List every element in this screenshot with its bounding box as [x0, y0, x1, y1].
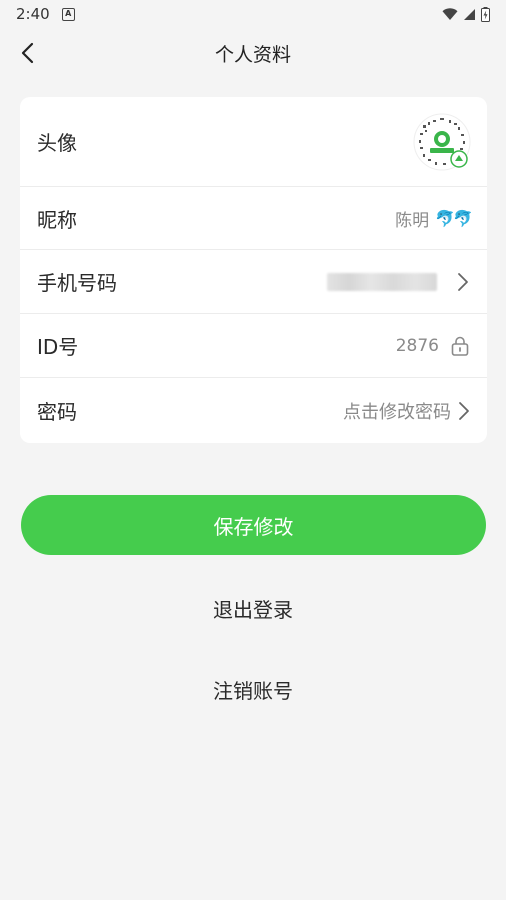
phone-value-masked: [327, 272, 437, 291]
chevron-right-icon: [459, 401, 469, 420]
avatar[interactable]: [413, 112, 471, 171]
id-row: ID号 2876: [20, 314, 487, 378]
change-password-link[interactable]: 点击修改密码: [343, 398, 451, 424]
nickname-value-group: 陈明 🐬🐬: [395, 206, 473, 231]
chevron-right-icon: [458, 272, 468, 291]
avatar-image: [413, 113, 471, 170]
profile-card: 头像 昵称 陈明 🐬🐬 手机号码 ID号 2876 密码 点击修改密码: [20, 97, 487, 443]
phone-row[interactable]: 手机号码: [20, 250, 487, 314]
status-left: 2:40 A: [16, 5, 75, 23]
nickname-value: 陈明: [395, 210, 430, 231]
phone-value-group: [327, 271, 471, 293]
page-title: 个人资料: [214, 43, 291, 66]
logout-button[interactable]: 退出登录: [0, 594, 506, 623]
id-value-group: 2876: [396, 335, 471, 357]
status-time: 2:40: [16, 5, 50, 23]
app-notification-icon: A: [61, 7, 75, 21]
password-label: 密码: [37, 400, 77, 424]
status-bar: 2:40 A: [0, 0, 506, 28]
nickname-label: 昵称: [37, 207, 77, 232]
chevron-left-icon: [21, 42, 34, 64]
signal-icon: [464, 8, 475, 20]
phone-label: 手机号码: [37, 271, 117, 295]
battery-icon: [481, 6, 490, 22]
password-row[interactable]: 密码 点击修改密码: [20, 378, 487, 443]
password-action-group[interactable]: 点击修改密码: [343, 398, 471, 424]
save-button[interactable]: 保存修改: [21, 495, 486, 555]
back-button[interactable]: [10, 36, 44, 70]
avatar-row[interactable]: 头像: [20, 97, 487, 187]
cancel-account-button[interactable]: 注销账号: [0, 675, 506, 704]
id-label: ID号: [37, 335, 79, 359]
wifi-icon: [442, 7, 458, 20]
status-icons: [442, 6, 490, 22]
nav-bar: 个人资料: [0, 28, 506, 78]
lock-icon: [451, 336, 469, 356]
avatar-label: 头像: [37, 131, 77, 155]
dolphin-emoji: 🐬🐬: [435, 208, 473, 228]
nickname-row[interactable]: 昵称 陈明 🐬🐬: [20, 187, 487, 250]
id-value: 2876: [395, 335, 439, 356]
